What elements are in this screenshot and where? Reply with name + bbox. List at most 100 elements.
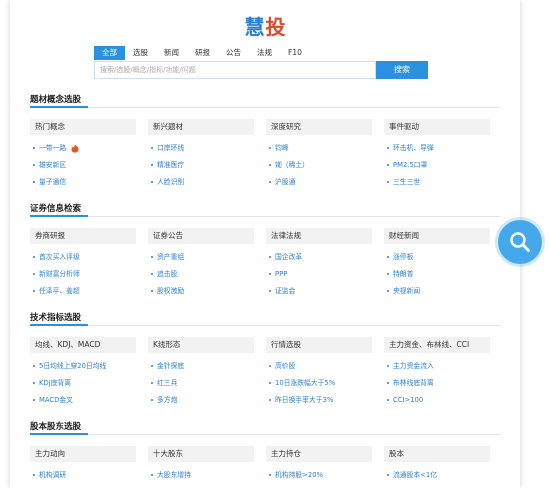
bullet-icon — [33, 474, 35, 476]
category-link[interactable]: KDJ底背离 — [30, 379, 136, 387]
category-link[interactable]: 人脸识别 — [148, 178, 254, 186]
category-link-label: 雄安新区 — [39, 161, 67, 169]
category-link[interactable]: 新财富分析师 — [30, 270, 136, 278]
category-header[interactable]: 十大股东 — [148, 446, 254, 462]
logo[interactable]: 慧投 — [10, 14, 520, 40]
bullet-icon — [269, 382, 271, 384]
category-header[interactable]: 股本 — [384, 446, 490, 462]
bullet-icon — [151, 147, 153, 149]
category-link-label: 量子通信 — [39, 178, 67, 186]
category-link-label: 10日涨跌幅大于5% — [275, 379, 336, 387]
category-link[interactable]: 资产重组 — [148, 253, 254, 261]
category-header[interactable]: 均线、KDJ、MACD — [30, 337, 136, 353]
tab-regulation[interactable]: 法规 — [249, 46, 280, 60]
category-link[interactable]: 布林线底背离 — [384, 379, 490, 387]
category-link[interactable]: 高价股 — [266, 362, 372, 370]
tab-all[interactable]: 全部 — [94, 46, 125, 60]
section-divider — [30, 216, 500, 217]
bullet-icon — [269, 474, 271, 476]
category-link[interactable]: 沪股通 — [266, 178, 372, 186]
category-column: 券商研报首次买入评级新财富分析师任泽平、姜超 — [30, 228, 136, 295]
tab-announcement[interactable]: 公告 — [218, 46, 249, 60]
category-link[interactable]: 主力资金流入 — [384, 362, 490, 370]
bullet-icon — [151, 399, 153, 401]
section-2: 技术指标选股 均线、KDJ、MACD 5日均线上穿20日均线 KDJ底背离 MACD金叉… — [30, 312, 500, 404]
category-link[interactable]: 钧峰 — [266, 144, 372, 152]
category-header[interactable]: 财经新闻 — [384, 228, 490, 244]
category-link[interactable]: 机构调研 — [30, 471, 136, 479]
category-header[interactable]: 证券公告 — [148, 228, 254, 244]
category-link[interactable]: 昨日换手率大于3% — [266, 396, 372, 404]
category-link-label: 追击股 — [157, 270, 178, 278]
category-link[interactable]: MACD金叉 — [30, 396, 136, 404]
category-header[interactable]: 法律法规 — [266, 228, 372, 244]
category-link[interactable]: 铷（稀土） — [266, 161, 372, 169]
category-link[interactable]: 涨停板 — [384, 253, 490, 261]
category-link[interactable]: 央视新闻 — [384, 287, 490, 295]
section-title: 题材概念选股 — [30, 95, 82, 105]
category-link[interactable]: 口岸环线 — [148, 144, 254, 152]
category-link[interactable]: 金针探底 — [148, 362, 254, 370]
category-link[interactable]: 大股东增持 — [148, 471, 254, 479]
category-link-label: 布林线底背离 — [393, 379, 434, 387]
section-1: 证券信息检索 券商研报 首次买入评级 新财富分析师 任泽平、姜超 证券公告 资产重组 追击股股… — [30, 203, 500, 295]
category-link[interactable]: 追击股 — [148, 270, 254, 278]
category-link[interactable]: 股权激励 — [148, 287, 254, 295]
category-header[interactable]: 券商研报 — [30, 228, 136, 244]
category-link[interactable]: 机构持股>20% — [266, 471, 372, 479]
bullet-icon — [151, 256, 153, 258]
bullet-icon — [387, 290, 389, 292]
tab-research[interactable]: 研报 — [187, 46, 218, 60]
section-divider — [30, 434, 500, 435]
category-link[interactable]: 首次买入评级 — [30, 253, 136, 261]
category-link[interactable]: 任泽平、姜超 — [30, 287, 136, 295]
bullet-icon — [151, 164, 153, 166]
category-link[interactable]: 三生三世 — [384, 178, 490, 186]
tab-stock-pick[interactable]: 选股 — [125, 46, 156, 60]
category-link[interactable]: 一带一路 — [30, 144, 136, 153]
category-link-label: 金针探底 — [157, 362, 185, 370]
category-link[interactable]: 10日涨跌幅大于5% — [266, 379, 372, 387]
category-link-label: 铷（稀土） — [275, 161, 309, 169]
category-link[interactable]: PM2.5口罩 — [384, 161, 490, 169]
category-link[interactable]: 国企改革 — [266, 253, 372, 261]
category-link[interactable]: 多方炮 — [148, 396, 254, 404]
category-link[interactable]: 特朗普 — [384, 270, 490, 278]
category-link[interactable]: PPP — [266, 270, 372, 278]
category-link-label: 沪股通 — [275, 178, 296, 186]
category-header[interactable]: 行情选股 — [266, 337, 372, 353]
category-link[interactable]: 红三兵 — [148, 379, 254, 387]
category-link-label: 首次买入评级 — [39, 253, 80, 261]
category-link[interactable]: 雄安新区 — [30, 161, 136, 169]
category-link-label: 任泽平、姜超 — [39, 287, 80, 295]
floating-search-button[interactable] — [498, 220, 542, 264]
category-link-label: PM2.5口罩 — [393, 161, 428, 169]
category-link[interactable]: 5日均线上穿20日均线 — [30, 362, 136, 370]
category-link[interactable]: 量子通信 — [30, 178, 136, 186]
tab-news[interactable]: 新闻 — [156, 46, 187, 60]
category-link-label: 红三兵 — [157, 379, 178, 387]
tab-f10[interactable]: F10 — [280, 46, 310, 60]
bullet-icon — [387, 365, 389, 367]
category-header[interactable]: 新兴题材 — [148, 119, 254, 135]
category-header[interactable]: 主力动向 — [30, 446, 136, 462]
category-link-label: 涨停板 — [393, 253, 414, 261]
category-header[interactable]: 事件驱动 — [384, 119, 490, 135]
category-header[interactable]: K线形态 — [148, 337, 254, 353]
category-link-label: CCI>100 — [393, 396, 424, 404]
category-header[interactable]: 主力资金、布林线、CCI — [384, 337, 490, 353]
search-button[interactable]: 搜索 — [376, 61, 428, 79]
category-header[interactable]: 深度研究 — [266, 119, 372, 135]
category-header[interactable]: 主力持仓 — [266, 446, 372, 462]
category-header[interactable]: 热门概念 — [30, 119, 136, 135]
bullet-icon — [387, 147, 389, 149]
category-link[interactable]: 精准医疗 — [148, 161, 254, 169]
category-link[interactable]: 流通股本<1亿 — [384, 471, 490, 479]
category-link[interactable]: 证监会 — [266, 287, 372, 295]
category-link-label: MACD金叉 — [39, 396, 73, 404]
search-input[interactable] — [94, 61, 376, 79]
category-link-label: 精准医疗 — [157, 161, 185, 169]
category-link[interactable]: 环击机、导弹 — [384, 144, 490, 152]
category-link[interactable]: CCI>100 — [384, 396, 490, 404]
category-link-label: 钧峰 — [275, 144, 289, 152]
